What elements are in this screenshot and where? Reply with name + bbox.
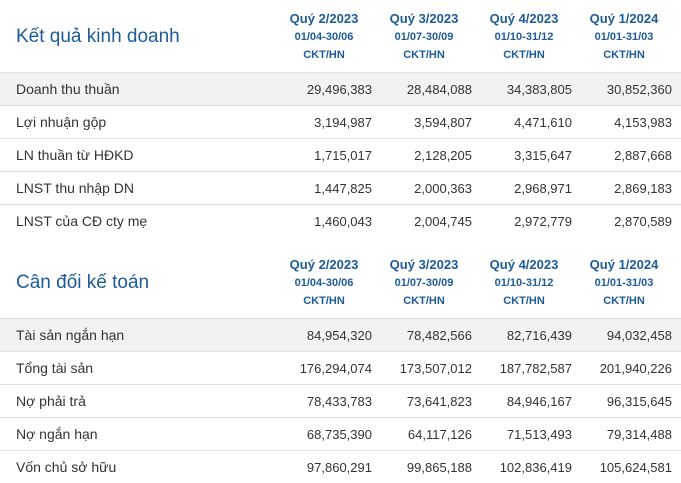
table-row: Lợi nhuận gộp 3,194,987 3,594,807 4,471,… xyxy=(0,105,681,138)
period-range: 01/07-30/09 xyxy=(394,277,454,289)
row-value: 82,716,439 xyxy=(506,328,572,343)
table-row: Vốn chủ sở hữu 97,860,291 99,865,188 102… xyxy=(0,450,681,483)
table-row: LNST của CĐ cty mẹ 1,460,043 2,004,745 2… xyxy=(0,204,681,237)
row-label: Tổng tài sản xyxy=(16,360,94,376)
row-value: 73,641,823 xyxy=(406,394,472,409)
row-value: 29,496,383 xyxy=(306,82,372,97)
balance-period-header[interactable]: Quý 3/2023 01/07-30/09 CKT/HN xyxy=(374,256,474,309)
row-value: 201,940,226 xyxy=(599,361,672,376)
row-value: 84,946,167 xyxy=(506,394,572,409)
period-quarter: Quý 3/2023 xyxy=(389,257,459,272)
row-value: 2,004,745 xyxy=(414,214,472,229)
period-unit: CKT/HN xyxy=(603,49,645,61)
period-unit: CKT/HN xyxy=(303,49,345,61)
row-value: 3,194,987 xyxy=(314,115,372,130)
row-label: Nợ phải trả xyxy=(16,393,86,409)
balance-period-header[interactable]: Quý 1/2024 01/01-31/03 CKT/HN xyxy=(574,256,674,309)
row-label: Doanh thu thuần xyxy=(16,81,120,97)
row-value: 4,153,983 xyxy=(614,115,672,130)
period-unit: CKT/HN xyxy=(503,49,545,61)
row-value: 97,860,291 xyxy=(306,460,372,475)
row-label: LNST thu nhập DN xyxy=(16,180,135,196)
table-row: Doanh thu thuần 29,496,383 28,484,088 34… xyxy=(0,72,681,105)
row-value: 1,447,825 xyxy=(314,181,372,196)
row-value: 2,870,589 xyxy=(614,214,672,229)
period-range: 01/04-30/06 xyxy=(294,31,354,43)
row-label: LNST của CĐ cty mẹ xyxy=(16,213,148,229)
row-value: 78,482,566 xyxy=(406,328,472,343)
period-quarter: Quý 2/2023 xyxy=(289,11,359,26)
financial-summary: Kết quả kinh doanh Quý 2/2023 01/04-30/0… xyxy=(0,0,681,482)
period-quarter: Quý 1/2024 xyxy=(589,11,659,26)
row-value: 1,715,017 xyxy=(314,148,372,163)
period-unit: CKT/HN xyxy=(603,295,645,307)
row-value: 2,000,363 xyxy=(414,181,472,196)
income-section: Kết quả kinh doanh Quý 2/2023 01/04-30/0… xyxy=(0,0,681,237)
row-label: Tài sản ngắn hạn xyxy=(16,327,125,343)
period-range: 01/10-31/12 xyxy=(494,277,554,289)
row-label: Vốn chủ sở hữu xyxy=(16,459,117,475)
row-value: 173,507,012 xyxy=(399,361,472,376)
balance-title: Cân đối kế toán xyxy=(16,272,150,293)
row-value: 78,433,783 xyxy=(306,394,372,409)
balance-section: Cân đối kế toán Quý 2/2023 01/04-30/06 C… xyxy=(0,246,681,483)
row-value: 2,869,183 xyxy=(614,181,672,196)
income-period-header[interactable]: Quý 4/2023 01/10-31/12 CKT/HN xyxy=(474,10,574,63)
row-value: 2,887,668 xyxy=(614,148,672,163)
period-range: 01/10-31/12 xyxy=(494,31,554,43)
period-unit: CKT/HN xyxy=(403,49,445,61)
row-label: Nợ ngắn hạn xyxy=(16,426,98,442)
balance-header: Cân đối kế toán Quý 2/2023 01/04-30/06 C… xyxy=(0,246,681,318)
period-unit: CKT/HN xyxy=(303,295,345,307)
period-quarter: Quý 4/2023 xyxy=(489,257,559,272)
row-value: 102,836,419 xyxy=(499,460,572,475)
table-row: LN thuần từ HĐKD 1,715,017 2,128,205 3,3… xyxy=(0,138,681,171)
period-unit: CKT/HN xyxy=(403,295,445,307)
table-row: Nợ phải trả 78,433,783 73,641,823 84,946… xyxy=(0,384,681,417)
row-value: 176,294,074 xyxy=(299,361,372,376)
period-quarter: Quý 3/2023 xyxy=(389,11,459,26)
row-value: 2,972,779 xyxy=(514,214,572,229)
row-value: 1,460,043 xyxy=(314,214,372,229)
row-value: 79,314,488 xyxy=(606,427,672,442)
table-row: Tài sản ngắn hạn 84,954,320 78,482,566 8… xyxy=(0,318,681,351)
balance-period-header[interactable]: Quý 4/2023 01/10-31/12 CKT/HN xyxy=(474,256,574,309)
row-value: 94,032,458 xyxy=(606,328,672,343)
row-label: Lợi nhuận gộp xyxy=(16,114,107,130)
row-value: 68,735,390 xyxy=(306,427,372,442)
row-value: 2,128,205 xyxy=(414,148,472,163)
income-title: Kết quả kinh doanh xyxy=(16,26,180,47)
row-value: 105,624,581 xyxy=(599,460,672,475)
row-value: 4,471,610 xyxy=(514,115,572,130)
income-period-header[interactable]: Quý 1/2024 01/01-31/03 CKT/HN xyxy=(574,10,674,63)
row-value: 34,383,805 xyxy=(506,82,572,97)
row-value: 28,484,088 xyxy=(406,82,472,97)
table-row: LNST thu nhập DN 1,447,825 2,000,363 2,9… xyxy=(0,171,681,204)
table-row: Tổng tài sản 176,294,074 173,507,012 187… xyxy=(0,351,681,384)
row-value: 30,852,360 xyxy=(606,82,672,97)
period-range: 01/04-30/06 xyxy=(294,277,354,289)
income-period-header[interactable]: Quý 3/2023 01/07-30/09 CKT/HN xyxy=(374,10,474,63)
row-value: 99,865,188 xyxy=(406,460,472,475)
income-period-header[interactable]: Quý 2/2023 01/04-30/06 CKT/HN xyxy=(274,10,374,63)
period-range: 01/01-31/03 xyxy=(594,31,654,43)
period-quarter: Quý 1/2024 xyxy=(589,257,659,272)
table-row: Nợ ngắn hạn 68,735,390 64,117,126 71,513… xyxy=(0,417,681,450)
row-value: 71,513,493 xyxy=(506,427,572,442)
period-range: 01/07-30/09 xyxy=(394,31,454,43)
period-unit: CKT/HN xyxy=(503,295,545,307)
row-value: 3,594,807 xyxy=(414,115,472,130)
row-value: 84,954,320 xyxy=(306,328,372,343)
row-value: 2,968,971 xyxy=(514,181,572,196)
period-quarter: Quý 4/2023 xyxy=(489,11,559,26)
period-range: 01/01-31/03 xyxy=(594,277,654,289)
row-value: 187,782,587 xyxy=(499,361,572,376)
row-value: 64,117,126 xyxy=(407,427,472,442)
balance-period-header[interactable]: Quý 2/2023 01/04-30/06 CKT/HN xyxy=(274,256,374,309)
row-value: 96,315,645 xyxy=(606,394,672,409)
row-value: 3,315,647 xyxy=(514,148,572,163)
row-label: LN thuần từ HĐKD xyxy=(16,147,134,163)
period-quarter: Quý 2/2023 xyxy=(289,257,359,272)
income-header: Kết quả kinh doanh Quý 2/2023 01/04-30/0… xyxy=(0,0,681,72)
